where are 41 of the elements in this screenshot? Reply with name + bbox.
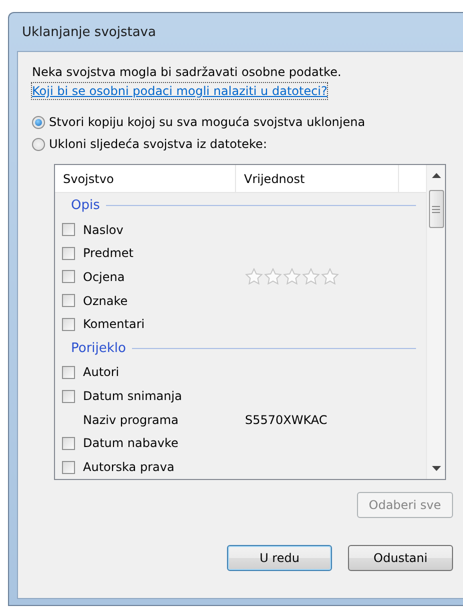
star-rating[interactable] <box>245 268 339 286</box>
window-title: Uklanjanje svojstava <box>22 24 156 40</box>
property-name: Ocjena <box>83 270 126 284</box>
checkbox[interactable] <box>62 246 75 260</box>
checkbox[interactable] <box>62 366 75 379</box>
property-name: Naslov <box>83 222 124 237</box>
property-value: S5570XWKAC <box>245 412 328 427</box>
group-header: Porijeklo <box>71 340 126 356</box>
checkbox[interactable] <box>62 318 75 331</box>
help-link[interactable]: Koji bi se osobni podaci mogli nalaziti u datoteci? <box>32 83 328 99</box>
star-icon <box>302 268 320 286</box>
star-icon <box>283 268 301 286</box>
property-name: Predmet <box>83 246 134 260</box>
group-header: Opis <box>71 198 100 213</box>
scroll-down-icon[interactable] <box>432 466 440 471</box>
property-name: Datum nabavke <box>83 436 180 450</box>
property-name: Naziv programa <box>83 412 180 427</box>
column-header[interactable]: Svojstvo <box>55 165 236 192</box>
radio-option[interactable]: Ukloni sljedeća svojstva iz datoteke: <box>32 136 267 152</box>
dialog-button[interactable]: Odustani <box>348 545 453 571</box>
property-name: Oznake <box>83 294 129 308</box>
checkbox[interactable] <box>62 294 75 308</box>
property-name: Autori <box>83 365 120 380</box>
star-icon <box>245 268 263 286</box>
checkbox[interactable] <box>62 270 75 284</box>
property-name: Datum snimanja <box>83 389 183 404</box>
dialog-button[interactable]: U redu <box>227 545 332 571</box>
checkbox[interactable] <box>62 436 75 450</box>
scroll-thumb[interactable] <box>428 190 444 228</box>
column-header[interactable]: Vrijednost <box>236 165 399 192</box>
intro-text: Neka svojstva mogla bi sadržavati osobne podatke. <box>32 64 342 80</box>
checkbox[interactable] <box>62 390 75 403</box>
property-name: Komentari <box>83 317 146 332</box>
scrollbar[interactable] <box>426 165 445 479</box>
checkbox[interactable] <box>62 460 75 474</box>
star-icon <box>264 268 282 286</box>
scroll-up-icon[interactable] <box>432 173 440 178</box>
star-icon <box>321 268 339 286</box>
radio-option[interactable]: Stvori kopiju kojoj su sva moguća svojstva uklonjena <box>32 114 366 130</box>
property-name: Autorska prava <box>83 460 176 474</box>
checkbox[interactable] <box>62 223 75 236</box>
